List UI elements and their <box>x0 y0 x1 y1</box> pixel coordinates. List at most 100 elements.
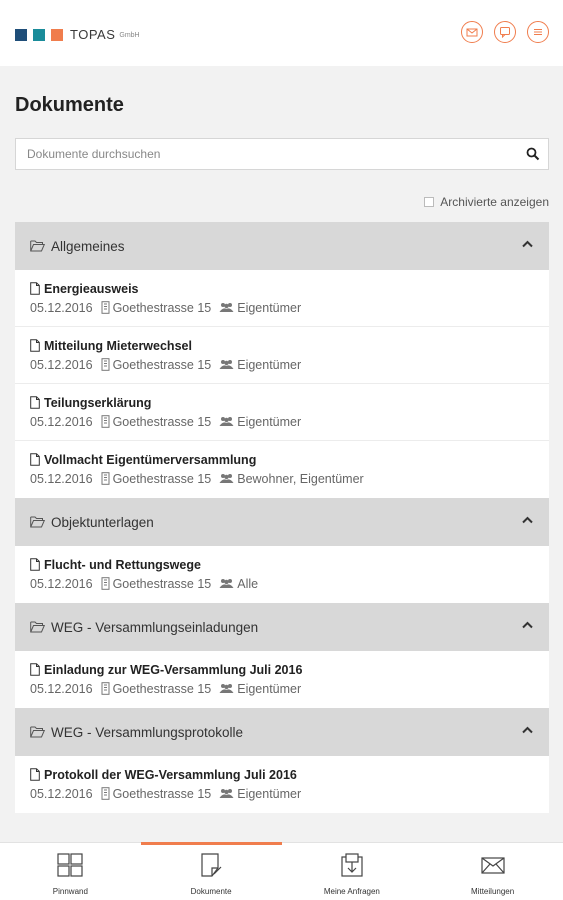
section-title: Objektunterlagen <box>51 514 154 530</box>
document-property: Goethestrasse 15 <box>112 576 212 591</box>
building-icon <box>101 472 110 485</box>
document-date: 05.12.2016 <box>30 786 93 801</box>
document-row[interactable]: Vollmacht Eigentümerversammlung 05.12.201… <box>15 441 549 498</box>
document-property: Goethestrasse 15 <box>112 471 212 486</box>
document-property: Goethestrasse 15 <box>112 681 212 696</box>
logo-name: TOPAS <box>70 27 116 42</box>
tab-label: Pinnwand <box>52 887 88 896</box>
users-icon <box>219 417 234 426</box>
document-icon <box>30 453 40 466</box>
tab-pinnwand[interactable]: Pinnwand <box>0 843 141 900</box>
section-document-list: Energieausweis 05.12.2016 Goethestrasse 15… <box>15 270 549 498</box>
building-icon <box>101 577 110 590</box>
document-row[interactable]: Protokoll der WEG-Versammlung Juli 2016 0… <box>15 756 549 813</box>
document-icon <box>30 396 40 409</box>
document-icon <box>30 558 40 571</box>
folder-open-icon <box>30 516 45 528</box>
section-title: WEG - Versammlungsprotokolle <box>51 724 244 740</box>
document-property: Goethestrasse 15 <box>112 300 212 315</box>
document-property: Goethestrasse 15 <box>112 414 212 429</box>
section-title: Allgemeines <box>51 238 125 254</box>
requests-icon <box>339 853 365 879</box>
document-title[interactable]: Protokoll der WEG-Versammlung Juli 2016 <box>44 768 297 782</box>
building-icon <box>101 415 110 428</box>
tab-label: Mitteilungen <box>471 887 515 896</box>
archived-toggle[interactable]: Archivierte anzeigen <box>424 195 549 209</box>
chevron-up-icon[interactable] <box>522 240 533 248</box>
menu-icon[interactable] <box>527 21 549 43</box>
users-icon <box>219 303 234 312</box>
section-document-list: Flucht- und Rettungswege 05.12.2016 Goethe… <box>15 546 549 603</box>
section-document-list: Protokoll der WEG-Versammlung Juli 2016 0… <box>15 756 549 813</box>
document-date: 05.12.2016 <box>30 576 93 591</box>
document-title[interactable]: Energieausweis <box>44 282 139 296</box>
chevron-up-icon[interactable] <box>522 726 533 734</box>
search-icon[interactable] <box>526 147 540 161</box>
users-icon <box>219 474 234 483</box>
chat-icon[interactable] <box>494 21 516 43</box>
document-row[interactable]: Energieausweis 05.12.2016 Goethestrasse 15… <box>15 270 549 327</box>
document-title[interactable]: Einladung zur WEG-Versammlung Juli 2016 <box>44 663 302 677</box>
folder-open-icon <box>30 240 45 252</box>
users-icon <box>219 789 234 798</box>
archived-checkbox[interactable] <box>424 197 435 207</box>
section-header[interactable]: WEG - Versammlungseinladungen <box>15 603 549 651</box>
document-audience: Eigentümer <box>237 681 302 696</box>
chevron-up-icon[interactable] <box>522 621 533 629</box>
search-input[interactable] <box>16 139 506 169</box>
tab-label: Meine Anfragen <box>323 887 380 896</box>
document-icon <box>30 768 40 781</box>
mail-icon[interactable] <box>461 21 483 43</box>
logo-square-orange <box>51 28 63 41</box>
section-document-list: Einladung zur WEG-Versammlung Juli 2016 0… <box>15 651 549 708</box>
document-audience: Alle <box>237 576 259 591</box>
folder-open-icon <box>30 726 45 738</box>
document-property: Goethestrasse 15 <box>112 357 212 372</box>
chevron-up-icon[interactable] <box>522 516 533 524</box>
section-header[interactable]: WEG - Versammlungsprotokolle <box>15 708 549 756</box>
document-property: Goethestrasse 15 <box>112 786 212 801</box>
users-icon <box>219 360 234 369</box>
document-icon <box>30 663 40 676</box>
logo-subtitle: GmbH <box>119 32 140 39</box>
document-audience: Eigentümer <box>237 300 302 315</box>
grid-icon <box>57 853 83 879</box>
section-title: WEG - Versammlungseinladungen <box>51 619 259 635</box>
document-row[interactable]: Teilungserklärung 05.12.2016 Goethestrasse… <box>15 384 549 441</box>
tab-meine-anfragen[interactable]: Meine Anfragen <box>282 843 423 900</box>
tab-mitteilungen[interactable]: Mitteilungen <box>422 843 563 900</box>
building-icon <box>101 787 110 800</box>
logo-square-blue <box>15 28 27 41</box>
document-title[interactable]: Flucht- und Rettungswege <box>44 558 201 572</box>
archived-label: Archivierte anzeigen <box>440 195 549 209</box>
document-date: 05.12.2016 <box>30 681 93 696</box>
document-title[interactable]: Mitteilung Mieterwechsel <box>44 339 192 353</box>
section-header[interactable]: Allgemeines <box>15 222 549 270</box>
document-sections: Allgemeines Energieausweis 05.12.2016 Goeth… <box>15 222 549 813</box>
document-audience: Eigentümer <box>237 414 302 429</box>
document-row[interactable]: Flucht- und Rettungswege 05.12.2016 Goethe… <box>15 546 549 603</box>
company-logo[interactable]: TOPAS GmbH <box>15 27 140 42</box>
tab-dokumente[interactable]: Dokumente <box>140 842 282 900</box>
document-icon <box>30 339 40 352</box>
users-icon <box>219 684 234 693</box>
document-title[interactable]: Vollmacht Eigentümerversammlung <box>44 453 256 467</box>
building-icon <box>101 682 110 695</box>
folder-open-icon <box>30 621 45 633</box>
document-edit-icon <box>198 853 224 879</box>
document-row[interactable]: Einladung zur WEG-Versammlung Juli 2016 0… <box>15 651 549 708</box>
tab-label: Dokumente <box>190 887 232 896</box>
document-row[interactable]: Mitteilung Mieterwechsel 05.12.2016 Goethe… <box>15 327 549 384</box>
section-header[interactable]: Objektunterlagen <box>15 498 549 546</box>
building-icon <box>101 358 110 371</box>
document-date: 05.12.2016 <box>30 357 93 372</box>
document-audience: Bewohner, Eigentümer <box>237 471 364 486</box>
document-date: 05.12.2016 <box>30 471 93 486</box>
document-audience: Eigentümer <box>237 357 302 372</box>
document-title[interactable]: Teilungserklärung <box>44 396 151 410</box>
page-title: Dokumente <box>15 94 124 116</box>
building-icon <box>101 301 110 314</box>
app-header: TOPAS GmbH <box>0 0 563 66</box>
envelope-icon <box>480 853 506 879</box>
logo-square-teal <box>33 28 45 41</box>
